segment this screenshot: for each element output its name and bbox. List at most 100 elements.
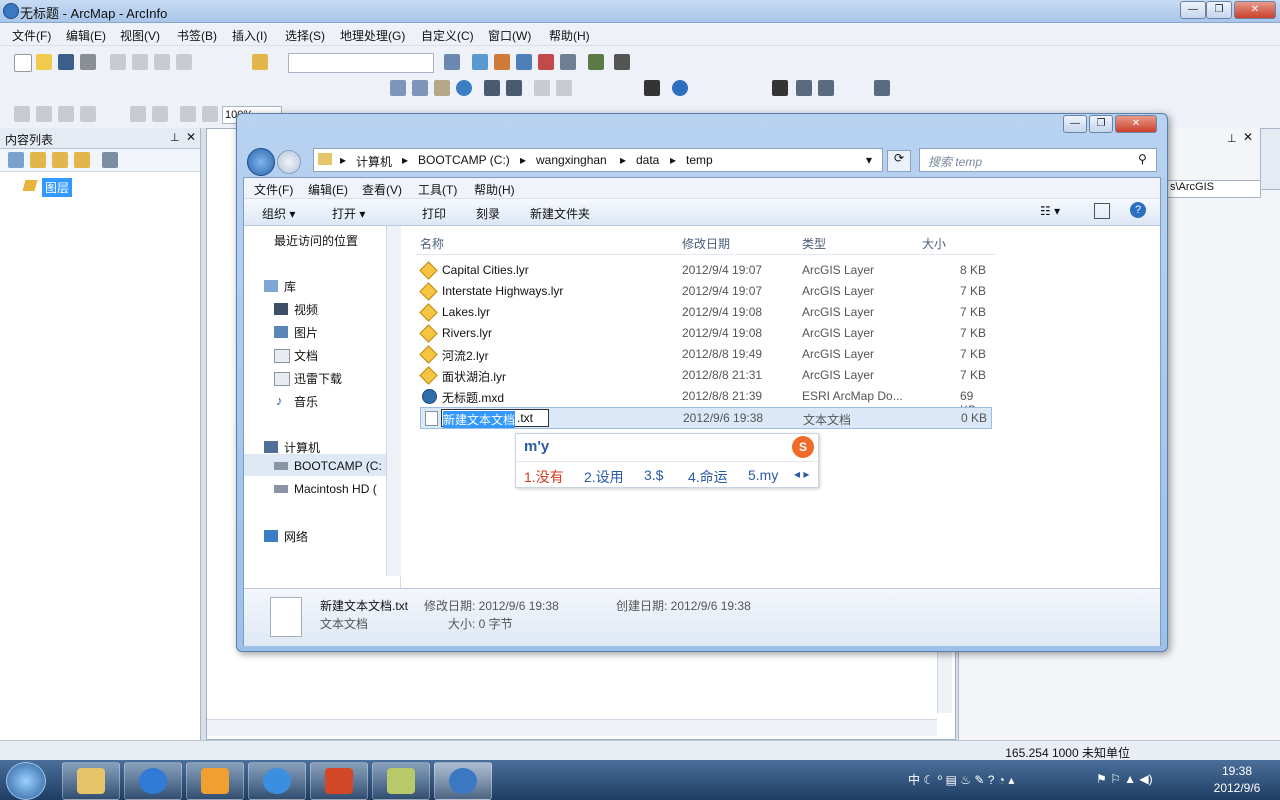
column-modified[interactable]: 修改日期 <box>682 235 730 252</box>
start-button[interactable] <box>6 762 46 800</box>
nav-pictures[interactable]: 图片 <box>294 324 318 341</box>
nav-library[interactable]: 库 <box>284 278 296 295</box>
view-options-icon[interactable]: ☷ ▾ <box>1040 204 1076 218</box>
select-elements-icon[interactable] <box>644 80 660 96</box>
search-box[interactable]: 搜索 temp ⚲ <box>919 148 1157 172</box>
explorer-menu-file[interactable]: 文件(F) <box>254 181 293 198</box>
address-bar[interactable]: ▸ 计算机 ▸ BOOTCAMP (C:) ▸ wangxinghan ▸ da… <box>313 148 883 172</box>
layout-tool-icon[interactable] <box>80 106 96 122</box>
menu-help[interactable]: 帮助(H) <box>549 27 590 44</box>
list-by-drawing-order-icon[interactable] <box>8 152 24 168</box>
zoom-out-icon[interactable] <box>412 80 428 96</box>
forward-button[interactable] <box>277 150 301 174</box>
nav-xunlei[interactable]: 迅雷下载 <box>294 370 342 387</box>
explorer-menu-edit[interactable]: 编辑(E) <box>308 181 348 198</box>
pin-icon[interactable]: ⊥ <box>170 131 180 144</box>
catalog-icon[interactable] <box>494 54 510 70</box>
file-row[interactable]: 河流2.lyr 2012/8/8 19:49 ArcGIS Layer 7 KB <box>419 344 990 364</box>
layout-tool-icon[interactable] <box>202 106 218 122</box>
toc-layers-item[interactable]: 图层 <box>42 178 73 197</box>
layout-tool-icon[interactable] <box>14 106 30 122</box>
open-button[interactable]: 打开 ▾ <box>332 205 365 222</box>
organize-button[interactable]: 组织 ▾ <box>262 205 295 222</box>
layout-tool-icon[interactable] <box>58 106 74 122</box>
find-icon[interactable] <box>772 80 788 96</box>
back-button[interactable] <box>247 148 275 176</box>
nav-bootcamp[interactable]: BOOTCAMP (C: <box>294 459 382 473</box>
pan-icon[interactable] <box>434 80 450 96</box>
new-icon[interactable] <box>14 54 32 72</box>
delete-icon[interactable] <box>176 54 192 70</box>
map-horizontal-scrollbar[interactable] <box>207 719 937 736</box>
taskbar-sogou[interactable] <box>124 762 182 800</box>
preview-pane-icon[interactable] <box>1094 203 1110 219</box>
system-tray[interactable]: 中 ☾ ⁰ ▤ ♨ ✎ ? ◔ ▴ <box>908 771 1088 787</box>
burn-button[interactable]: 刻录 <box>476 205 500 222</box>
nav-macintosh[interactable]: Macintosh HD ( <box>294 482 377 496</box>
taskbar-arccatalog[interactable] <box>372 762 430 800</box>
identify-icon[interactable] <box>672 80 688 96</box>
explorer-menu-help[interactable]: 帮助(H) <box>474 181 515 198</box>
column-size[interactable]: 大小 <box>922 235 946 252</box>
go-to-xy-icon[interactable] <box>818 80 834 96</box>
forward-icon[interactable] <box>556 80 572 96</box>
explorer-minimize-button[interactable]: — <box>1063 115 1087 133</box>
file-row[interactable]: 面状湖泊.lyr 2012/8/8 21:31 ArcGIS Layer 7 K… <box>419 365 990 385</box>
model-builder-icon[interactable] <box>588 54 604 70</box>
print-icon[interactable] <box>80 54 96 70</box>
column-name[interactable]: 名称 <box>420 235 444 252</box>
menu-view[interactable]: 视图(V) <box>120 27 160 44</box>
new-folder-button[interactable]: 新建文件夹 <box>530 205 590 222</box>
fixed-zoom-out-icon[interactable] <box>506 80 522 96</box>
taskbar-powerpoint[interactable] <box>310 762 368 800</box>
zoom-in-icon[interactable] <box>390 80 406 96</box>
breadcrumb-data[interactable]: data <box>636 153 659 167</box>
menu-customize[interactable]: 自定义(C) <box>421 27 474 44</box>
breadcrumb-temp[interactable]: temp <box>686 153 713 167</box>
menu-selection[interactable]: 选择(S) <box>285 27 325 44</box>
menu-file[interactable]: 文件(F) <box>12 27 51 44</box>
ime-candidate-5[interactable]: 5.my <box>748 467 778 483</box>
nav-recent[interactable]: 最近访问的位置 <box>274 232 358 249</box>
file-row[interactable]: 无标题.mxd 2012/8/8 21:39 ESRI ArcMap Do...… <box>420 386 990 417</box>
refresh-button[interactable]: ⟳ <box>887 150 911 172</box>
menu-window[interactable]: 窗口(W) <box>488 27 531 44</box>
open-icon[interactable] <box>36 54 52 70</box>
help-icon[interactable]: ? <box>1130 202 1146 218</box>
scale-combobox[interactable] <box>288 53 434 73</box>
search-side-tab[interactable] <box>1260 128 1280 190</box>
layout-tool-icon[interactable] <box>36 106 52 122</box>
list-by-selection-icon[interactable] <box>74 152 90 168</box>
catalog-pin-icon[interactable]: ⊥ <box>1227 132 1237 145</box>
address-dropdown-icon[interactable]: ▾ <box>866 153 872 167</box>
nav-music[interactable]: 音乐 <box>294 393 318 410</box>
layout-tool-icon[interactable] <box>152 106 168 122</box>
time-slider-icon[interactable] <box>874 80 890 96</box>
explorer-maximize-button[interactable]: ❐ <box>1089 115 1113 133</box>
whats-this-icon[interactable] <box>614 54 630 70</box>
nav-network[interactable]: 网络 <box>284 528 308 545</box>
explorer-close-button[interactable]: ✕ <box>1115 115 1157 133</box>
options-icon[interactable] <box>102 152 118 168</box>
column-type[interactable]: 类型 <box>802 235 826 252</box>
taskbar-explorer[interactable] <box>62 762 120 800</box>
taskbar-media[interactable] <box>186 762 244 800</box>
list-by-visibility-icon[interactable] <box>52 152 68 168</box>
file-row[interactable]: Rivers.lyr 2012/9/4 19:08 ArcGIS Layer 7… <box>419 323 990 343</box>
breadcrumb-computer[interactable]: 计算机 <box>356 153 392 170</box>
add-data-icon[interactable] <box>252 54 268 70</box>
search-window-icon[interactable] <box>516 54 532 70</box>
close-button[interactable]: ✕ <box>1234 1 1276 19</box>
full-extent-icon[interactable] <box>456 80 472 96</box>
breadcrumb-drive[interactable]: BOOTCAMP (C:) <box>418 153 510 167</box>
menu-geoprocessing[interactable]: 地理处理(G) <box>340 27 405 44</box>
menu-insert[interactable]: 插入(I) <box>232 27 267 44</box>
layout-tool-icon[interactable] <box>180 106 196 122</box>
menu-edit[interactable]: 编辑(E) <box>66 27 106 44</box>
tray-icons[interactable]: ⚑ ⚐ ▲ ◀) <box>1096 772 1182 788</box>
ime-candidate-2[interactable]: 2.设用 <box>584 467 624 487</box>
catalog-close-icon[interactable]: ✕ <box>1243 130 1253 144</box>
nav-video[interactable]: 视频 <box>294 301 318 318</box>
find-route-icon[interactable] <box>796 80 812 96</box>
python-window-icon[interactable] <box>560 54 576 70</box>
